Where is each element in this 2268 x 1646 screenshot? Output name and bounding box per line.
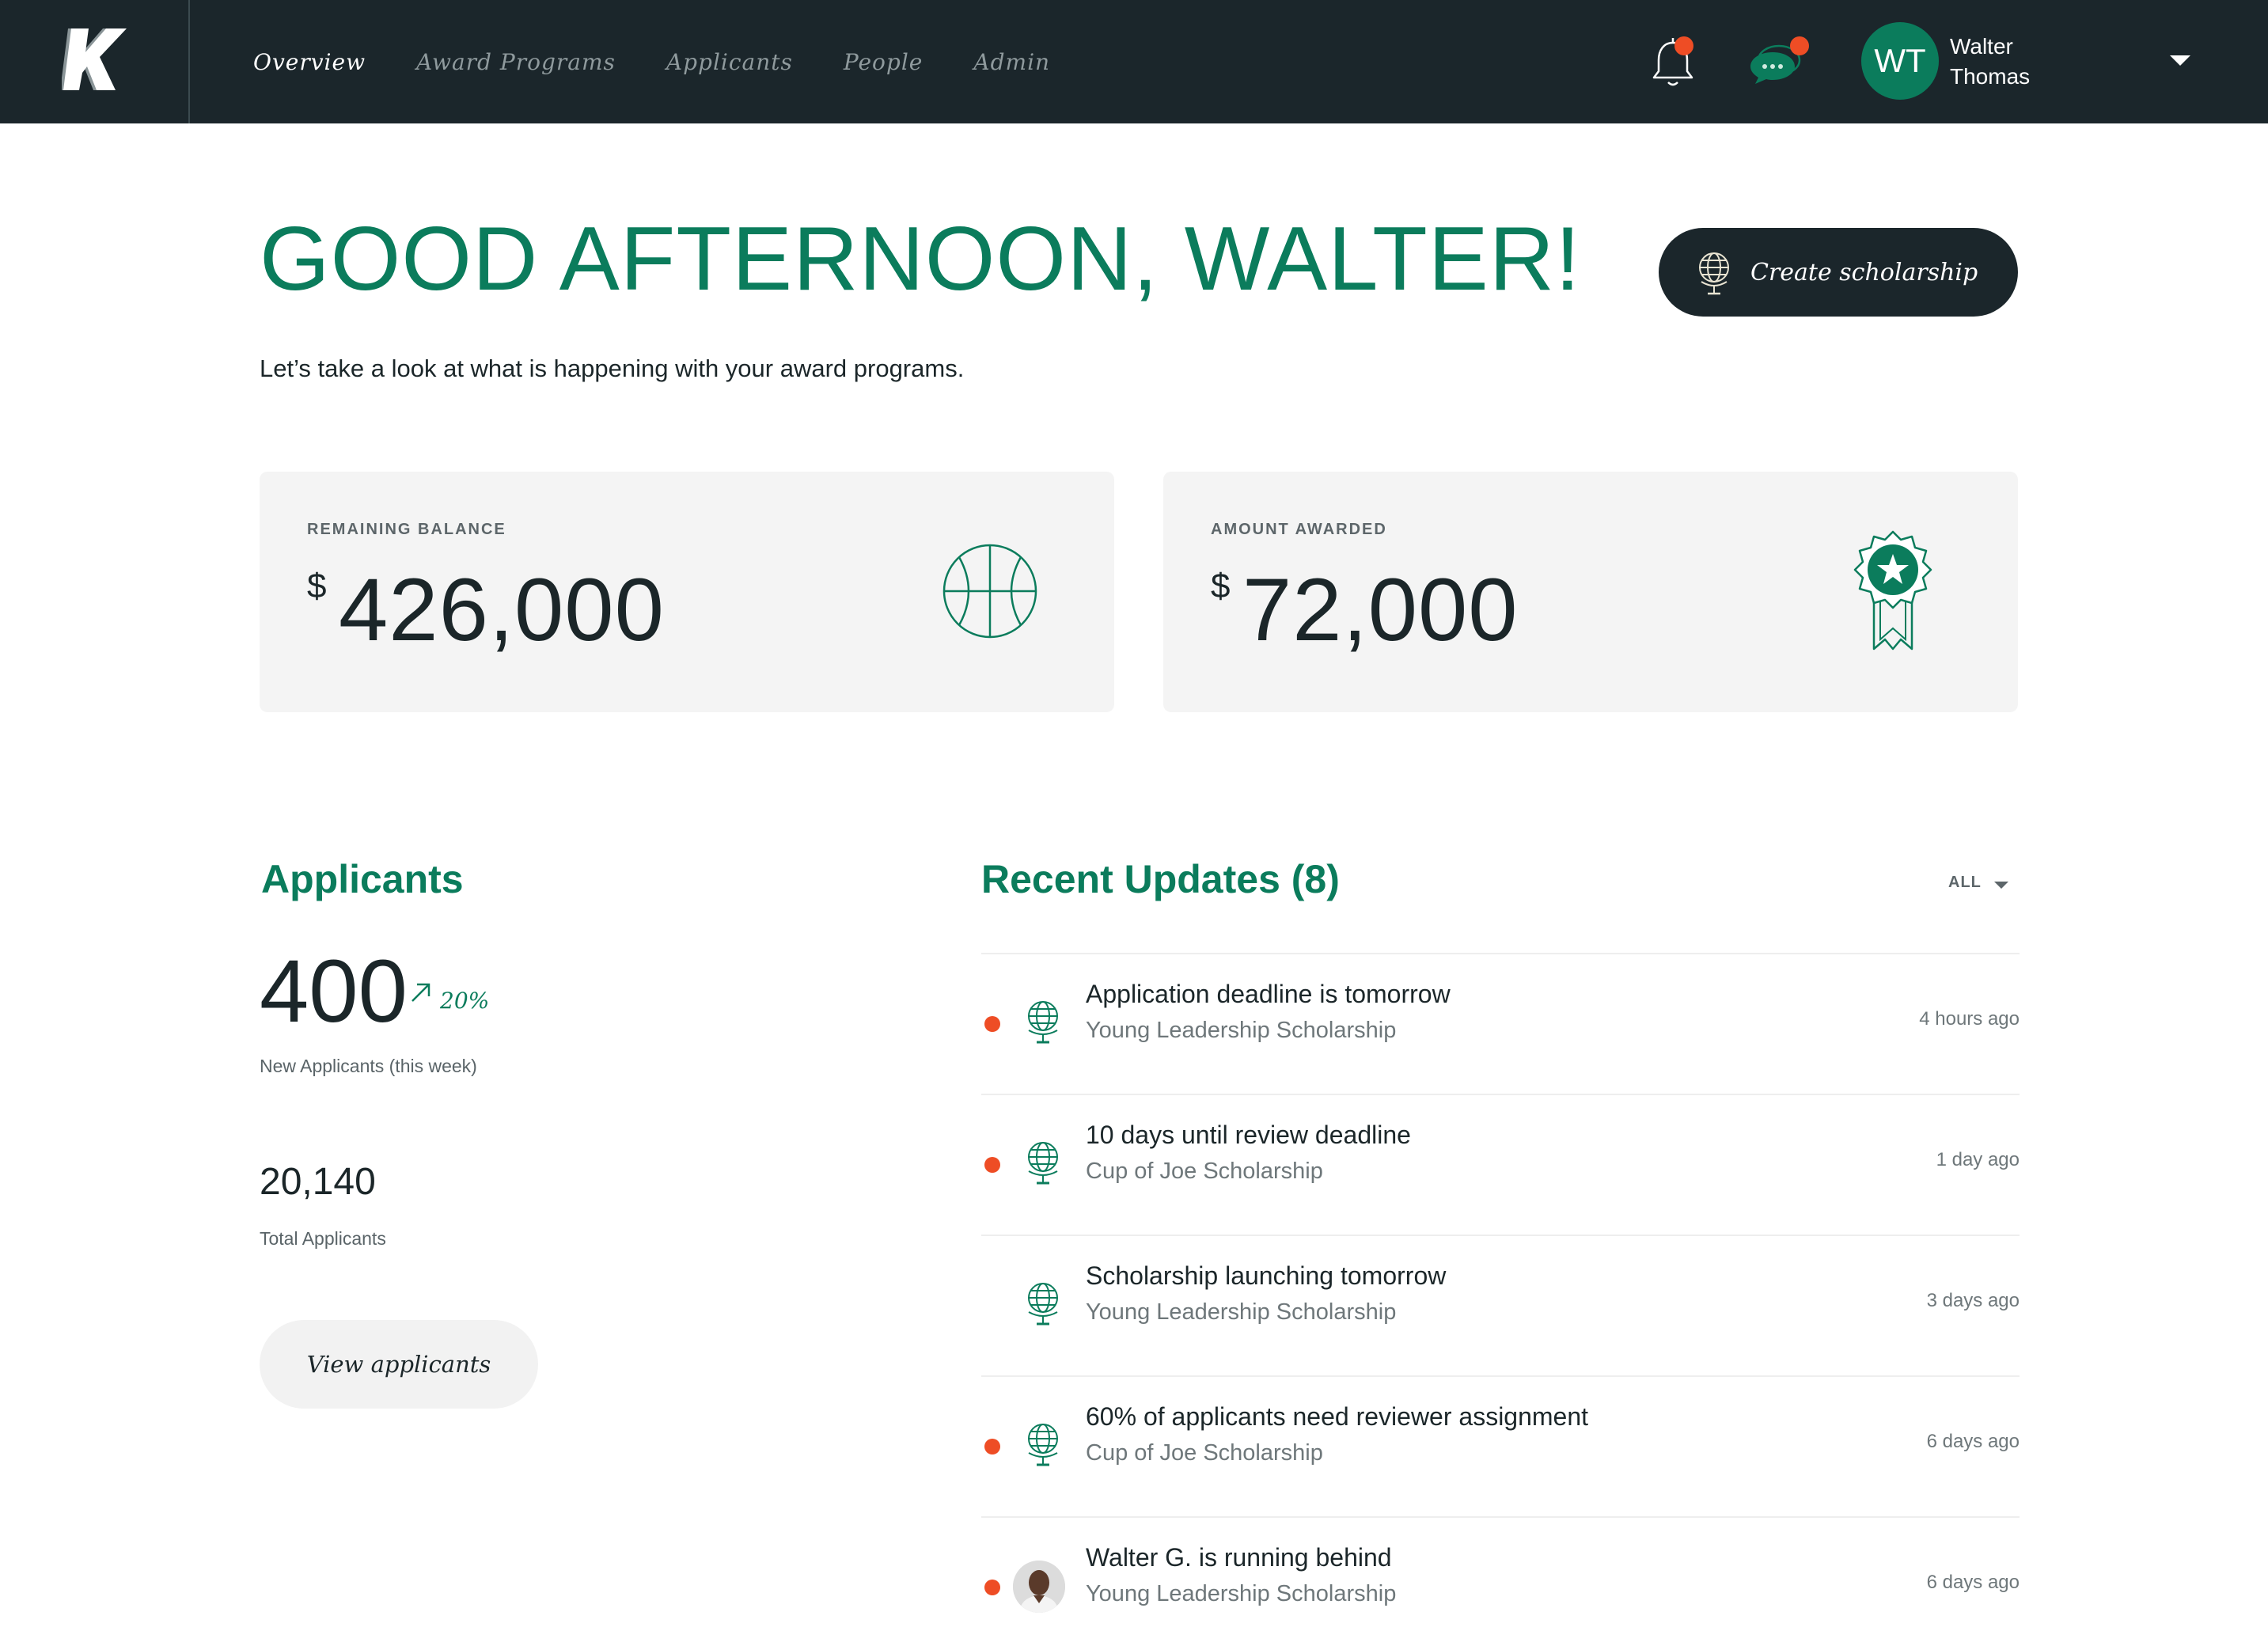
amount-awarded-card: AMOUNT AWARDED $ 72,000 <box>1163 472 2018 712</box>
trend-up-arrow-icon <box>412 983 430 1002</box>
globe-icon <box>1028 1001 1058 1044</box>
new-applicants-caption: New Applicants (this week) <box>260 1056 477 1076</box>
create-scholarship-label: Create scholarship <box>1750 258 1978 286</box>
updates-filter-dropdown[interactable]: ALL <box>1948 874 2008 892</box>
k-logo-icon <box>62 28 127 90</box>
basketball-icon <box>942 544 1037 639</box>
unread-dot <box>984 1439 1000 1454</box>
award-ribbon-icon <box>1853 530 1932 650</box>
update-title: Application deadline is tomorrow <box>1086 980 1451 1008</box>
update-time: 3 days ago <box>1926 1290 2020 1311</box>
filter-label: ALL <box>1948 874 1982 891</box>
user-avatar[interactable]: WT <box>1861 22 1939 100</box>
logo[interactable] <box>0 0 190 123</box>
nav-award-programs[interactable]: Award Programs <box>416 49 616 75</box>
nav-people[interactable]: People <box>844 49 923 75</box>
currency-symbol: $ <box>307 567 327 605</box>
view-applicants-button[interactable]: View applicants <box>260 1320 538 1409</box>
notification-dot <box>1674 36 1693 55</box>
new-applicants-count: 400 <box>260 942 408 1041</box>
create-scholarship-button[interactable]: Create scholarship <box>1659 228 2018 317</box>
globe-icon <box>1028 1424 1058 1466</box>
stat-amount: 426,000 <box>339 560 665 659</box>
recent-updates-title: Recent Updates (8) <box>981 857 1340 901</box>
currency-symbol: $ <box>1211 567 1231 605</box>
messages-button[interactable] <box>1744 32 1809 95</box>
notifications-button[interactable] <box>1641 32 1705 95</box>
applicants-title: Applicants <box>261 857 464 901</box>
message-dot <box>1790 36 1809 55</box>
list-item[interactable]: Walter G. is running behind Young Leader… <box>981 1516 2020 1646</box>
update-subtitle: Young Leadership Scholarship <box>1086 1018 1397 1043</box>
nav-admin[interactable]: Admin <box>973 49 1050 75</box>
globe-icon <box>1028 1142 1058 1185</box>
update-title: Scholarship launching tomorrow <box>1086 1261 1447 1290</box>
update-subtitle: Young Leadership Scholarship <box>1086 1299 1397 1325</box>
top-navigation-bar: Overview Award Programs Applicants Peopl… <box>0 0 2268 123</box>
unread-dot <box>984 1157 1000 1173</box>
applicants-change-percent: 20% <box>440 988 490 1014</box>
update-subtitle: Cup of Joe Scholarship <box>1086 1159 1323 1184</box>
user-first-name: Walter <box>1950 34 2013 59</box>
nav-overview[interactable]: Overview <box>253 49 366 75</box>
update-title: Walter G. is running behind <box>1086 1543 1392 1572</box>
unread-dot <box>984 1580 1000 1595</box>
total-applicants-caption: Total Applicants <box>260 1228 386 1249</box>
page-title: GOOD AFTERNOON, WALTER! <box>260 209 1581 309</box>
update-subtitle: Young Leadership Scholarship <box>1086 1581 1397 1606</box>
update-title: 10 days until review deadline <box>1086 1121 1411 1149</box>
list-item[interactable]: Scholarship launching tomorrow Young Lea… <box>981 1234 2020 1375</box>
globe-icon <box>1028 1283 1058 1326</box>
recent-updates-list: Application deadline is tomorrow Young L… <box>981 953 2020 1646</box>
stat-label: REMAINING BALANCE <box>307 521 506 538</box>
bell-icon <box>1652 38 1693 86</box>
update-time: 6 days ago <box>1926 1431 2020 1452</box>
list-item[interactable]: Application deadline is tomorrow Young L… <box>981 953 2020 1094</box>
remaining-balance-card: REMAINING BALANCE $ 426,000 <box>260 472 1114 712</box>
total-applicants-count: 20,140 <box>260 1161 376 1203</box>
update-subtitle: Cup of Joe Scholarship <box>1086 1440 1323 1466</box>
update-time: 1 day ago <box>1936 1149 2020 1170</box>
update-time: 4 hours ago <box>1919 1008 2020 1030</box>
stat-label: AMOUNT AWARDED <box>1211 521 1387 538</box>
main-nav: Overview Award Programs Applicants Peopl… <box>253 0 1050 123</box>
page-subtitle: Let’s take a look at what is happening w… <box>260 355 965 382</box>
stat-amount: 72,000 <box>1242 560 1519 659</box>
chevron-down-icon <box>1993 882 2008 889</box>
unread-dot <box>984 1016 1000 1032</box>
update-time: 6 days ago <box>1926 1572 2020 1593</box>
update-title: 60% of applicants need reviewer assignme… <box>1086 1402 1589 1431</box>
user-name[interactable]: Walter Thomas <box>1950 32 2030 92</box>
user-last-name: Thomas <box>1950 64 2031 89</box>
list-item[interactable]: 10 days until review deadline Cup of Joe… <box>981 1094 2020 1234</box>
nav-applicants[interactable]: Applicants <box>666 49 793 75</box>
avatar <box>1013 1561 1065 1613</box>
list-item[interactable]: 60% of applicants need reviewer assignme… <box>981 1375 2020 1516</box>
chevron-down-icon[interactable] <box>2170 55 2190 66</box>
globe-icon <box>1699 252 1729 295</box>
person-photo-icon <box>1013 1561 1065 1613</box>
